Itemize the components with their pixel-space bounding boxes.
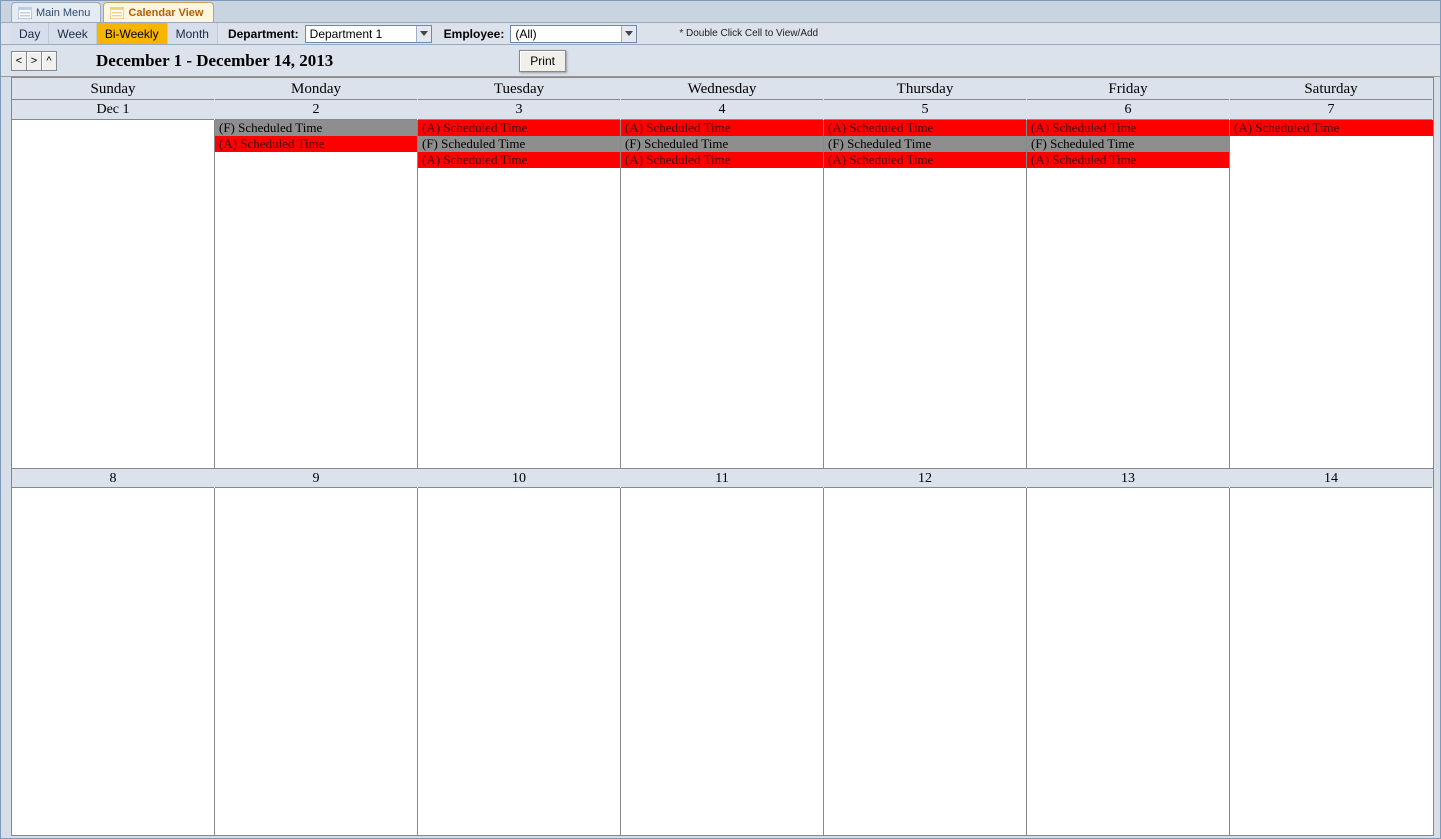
day-cell[interactable] (12, 120, 215, 468)
tab-main-menu[interactable]: Main Menu (11, 2, 101, 22)
date-range-title: December 1 - December 14, 2013 (96, 51, 333, 71)
date-number: 10 (418, 469, 621, 489)
next-button[interactable]: > (26, 51, 42, 71)
day-header-row: Sunday Monday Tuesday Wednesday Thursday… (12, 78, 1433, 100)
department-label: Department: (218, 23, 305, 44)
day-header: Tuesday (418, 78, 621, 100)
calendar-event[interactable]: (A) Scheduled Time (824, 152, 1026, 168)
day-cell[interactable]: (F) Scheduled Time(A) Scheduled Time (215, 120, 418, 468)
print-button[interactable]: Print (519, 50, 566, 72)
window-tabs: Main Menu Calendar View (1, 1, 1440, 23)
day-cell[interactable]: (A) Scheduled Time (1230, 120, 1433, 468)
date-number: 2 (215, 100, 418, 120)
date-number: 8 (12, 469, 215, 489)
day-header: Sunday (12, 78, 215, 100)
day-cell[interactable] (418, 488, 621, 836)
view-day-button[interactable]: Day (11, 23, 49, 44)
calendar-event[interactable]: (A) Scheduled Time (215, 136, 417, 152)
date-number: 5 (824, 100, 1027, 120)
day-cell[interactable] (824, 488, 1027, 836)
view-week-button[interactable]: Week (49, 23, 96, 44)
view-toolbar: Day Week Bi-Weekly Month Department: Emp… (1, 23, 1440, 45)
calendar-event[interactable]: (F) Scheduled Time (824, 136, 1026, 152)
form-icon (18, 7, 32, 19)
calendar-event[interactable]: (F) Scheduled Time (621, 136, 823, 152)
form-icon (110, 7, 124, 19)
day-cell[interactable] (621, 488, 824, 836)
hint-text: * Double Click Cell to View/Add (639, 23, 818, 44)
employee-label: Employee: (434, 23, 511, 44)
day-cell[interactable]: (A) Scheduled Time(F) Scheduled Time(A) … (418, 120, 621, 468)
calendar-event[interactable]: (F) Scheduled Time (215, 120, 417, 136)
day-cell[interactable] (215, 488, 418, 836)
date-number: 3 (418, 100, 621, 120)
nav-buttons: < > ^ (11, 51, 56, 71)
date-number: 7 (1230, 100, 1433, 120)
day-header: Thursday (824, 78, 1027, 100)
day-header: Saturday (1230, 78, 1433, 100)
date-number: 4 (621, 100, 824, 120)
date-number-row: 891011121314 (12, 468, 1433, 488)
cells-row (12, 488, 1433, 836)
date-number: 14 (1230, 469, 1433, 489)
calendar-event[interactable]: (F) Scheduled Time (418, 136, 620, 152)
date-number: 12 (824, 469, 1027, 489)
chevron-down-icon[interactable] (621, 26, 636, 42)
calendar-event[interactable]: (A) Scheduled Time (1027, 120, 1229, 136)
day-header: Wednesday (621, 78, 824, 100)
date-number: Dec 1 (12, 100, 215, 120)
department-select[interactable] (305, 25, 432, 43)
calendar-event[interactable]: (A) Scheduled Time (621, 120, 823, 136)
prev-button[interactable]: < (11, 51, 27, 71)
day-cell[interactable]: (A) Scheduled Time(F) Scheduled Time(A) … (1027, 120, 1230, 468)
calendar-week: 891011121314 (12, 468, 1433, 836)
date-number: 13 (1027, 469, 1230, 489)
calendar-week: Dec 1234567(F) Scheduled Time(A) Schedul… (12, 100, 1433, 468)
view-biweekly-button[interactable]: Bi-Weekly (97, 23, 168, 44)
day-cell[interactable] (1027, 488, 1230, 836)
up-button[interactable]: ^ (41, 51, 57, 71)
day-cell[interactable] (1230, 488, 1433, 836)
day-cell[interactable] (12, 488, 215, 836)
calendar-grid: Sunday Monday Tuesday Wednesday Thursday… (11, 77, 1434, 836)
calendar-event[interactable]: (A) Scheduled Time (1230, 120, 1433, 136)
date-number: 9 (215, 469, 418, 489)
date-number: 11 (621, 469, 824, 489)
day-cell[interactable]: (A) Scheduled Time(F) Scheduled Time(A) … (824, 120, 1027, 468)
chevron-down-icon[interactable] (416, 26, 431, 42)
weeks-container: Dec 1234567(F) Scheduled Time(A) Schedul… (12, 100, 1433, 835)
cells-row: (F) Scheduled Time(A) Scheduled Time(A) … (12, 120, 1433, 468)
calendar-event[interactable]: (F) Scheduled Time (1027, 136, 1229, 152)
employee-select[interactable] (510, 25, 637, 43)
day-cell[interactable]: (A) Scheduled Time(F) Scheduled Time(A) … (621, 120, 824, 468)
tab-label: Calendar View (128, 7, 203, 19)
date-number-row: Dec 1234567 (12, 100, 1433, 120)
date-number: 6 (1027, 100, 1230, 120)
department-input[interactable] (306, 26, 416, 42)
calendar-event[interactable]: (A) Scheduled Time (824, 120, 1026, 136)
calendar-event[interactable]: (A) Scheduled Time (418, 120, 620, 136)
day-header: Monday (215, 78, 418, 100)
calendar-event[interactable]: (A) Scheduled Time (1027, 152, 1229, 168)
calendar-event[interactable]: (A) Scheduled Time (621, 152, 823, 168)
app-window: Main Menu Calendar View Day Week Bi-Week… (0, 0, 1441, 839)
day-header: Friday (1027, 78, 1230, 100)
calendar-event[interactable]: (A) Scheduled Time (418, 152, 620, 168)
view-month-button[interactable]: Month (168, 23, 218, 44)
tab-calendar-view[interactable]: Calendar View (103, 2, 214, 22)
employee-input[interactable] (511, 26, 621, 42)
nav-row: < > ^ December 1 - December 14, 2013 Pri… (1, 45, 1440, 77)
tab-label: Main Menu (36, 7, 90, 19)
